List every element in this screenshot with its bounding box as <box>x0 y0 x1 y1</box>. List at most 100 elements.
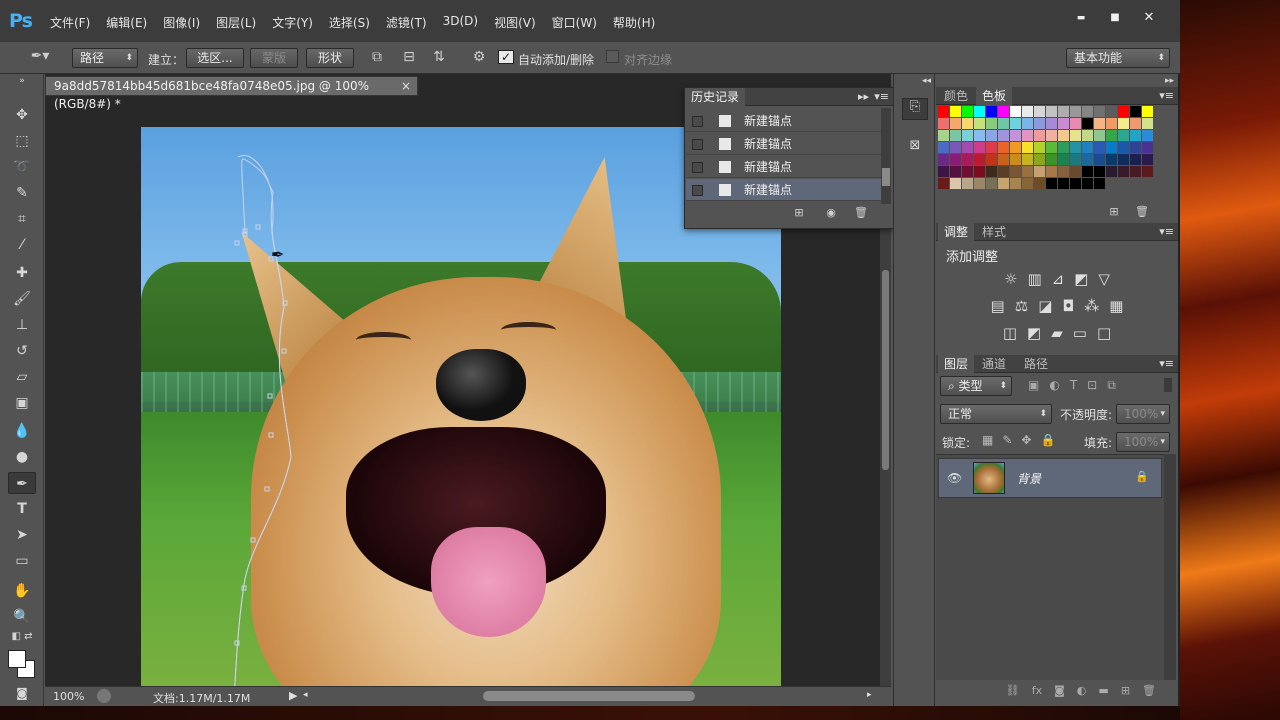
color-swatch[interactable] <box>1094 106 1105 117</box>
pixel-filter-icon[interactable]: ▣ <box>1028 378 1049 392</box>
color-swatch[interactable] <box>1142 106 1153 117</box>
shape-filter-icon[interactable]: ⊡ <box>1087 378 1107 392</box>
trash-icon[interactable]: 🗑 <box>853 206 869 219</box>
make-shape-button[interactable]: 形状 <box>306 48 354 68</box>
panel-menu-icon[interactable]: ▸▸ <box>858 88 869 106</box>
path-alignment-icon[interactable]: ⊟ <box>398 49 420 65</box>
menu-item-4[interactable]: 文字(Y) <box>264 14 321 31</box>
color-swatch[interactable] <box>1046 130 1057 141</box>
vibrance-icon[interactable]: ▽ <box>1098 270 1110 288</box>
color-swatch[interactable] <box>962 142 973 153</box>
black-white-icon[interactable]: ◪ <box>1038 297 1052 315</box>
group-folder-icon[interactable]: ▬ <box>1098 684 1108 704</box>
color-swatch[interactable] <box>962 118 973 129</box>
zoom-tool-icon[interactable]: 🔍 <box>8 606 36 628</box>
lock-transparent-icon[interactable]: ▦ <box>982 433 1002 447</box>
color-swatch[interactable] <box>1142 154 1153 165</box>
color-swatch[interactable] <box>998 178 1009 189</box>
color-swatch[interactable] <box>1130 106 1141 117</box>
color-swatch[interactable] <box>986 154 997 165</box>
status-info-icon[interactable] <box>97 689 111 703</box>
color-swatch[interactable] <box>986 142 997 153</box>
color-swatch[interactable] <box>1034 166 1045 177</box>
menu-item-1[interactable]: 编辑(E) <box>98 14 155 31</box>
fx-icon[interactable]: fx <box>1032 684 1042 704</box>
color-swatch[interactable] <box>1094 178 1105 189</box>
type-tool-icon[interactable]: T <box>8 498 36 520</box>
foreground-color-swatch[interactable] <box>8 650 26 668</box>
color-swatch[interactable] <box>1070 106 1081 117</box>
default-colors-icon[interactable]: ◧ ⇄ <box>8 630 36 644</box>
color-swatch[interactable] <box>1130 166 1141 177</box>
color-swatch[interactable] <box>1010 106 1021 117</box>
history-brush-tool-icon[interactable]: ↺ <box>8 340 36 362</box>
selective-color-icon[interactable]: □ <box>1097 324 1111 342</box>
history-panel-icon[interactable]: ⎘ <box>902 98 928 120</box>
status-menu-arrow-icon[interactable]: ▶ <box>289 689 297 702</box>
color-swatch[interactable] <box>1034 118 1045 129</box>
color-swatch[interactable] <box>1022 106 1033 117</box>
align-edges-checkbox[interactable] <box>606 50 619 63</box>
color-swatch[interactable] <box>1142 118 1153 129</box>
color-swatch[interactable] <box>1022 154 1033 165</box>
color-swatch[interactable] <box>1022 178 1033 189</box>
color-swatch[interactable] <box>938 118 949 129</box>
color-swatch[interactable] <box>1034 178 1045 189</box>
color-swatch[interactable] <box>950 106 961 117</box>
color-tab[interactable]: 颜色 <box>938 87 974 105</box>
color-swatch[interactable] <box>1082 178 1093 189</box>
minimize-button[interactable]: ▬ <box>1064 8 1098 28</box>
color-swatch[interactable] <box>938 166 949 177</box>
path-selection-tool-icon[interactable]: ➤ <box>8 524 36 546</box>
color-swatch[interactable] <box>938 106 949 117</box>
blend-mode-dropdown[interactable]: 正常 ⬍ <box>940 404 1052 424</box>
layer-row-background[interactable]: 👁 背景 🔒 <box>938 458 1162 498</box>
color-swatch[interactable] <box>1118 118 1129 129</box>
color-swatch[interactable] <box>1010 166 1021 177</box>
color-swatch[interactable] <box>962 130 973 141</box>
close-tab-icon[interactable]: × <box>401 77 411 95</box>
menu-item-10[interactable]: 帮助(H) <box>605 14 663 31</box>
close-button[interactable]: ✕ <box>1132 8 1166 28</box>
color-swatch[interactable] <box>974 166 985 177</box>
eyedropper-tool-icon[interactable]: ⁄ <box>8 234 36 256</box>
vertical-scroll-thumb[interactable] <box>882 270 889 470</box>
color-swatch[interactable] <box>938 178 949 189</box>
color-swatch[interactable] <box>1118 154 1129 165</box>
gear-icon[interactable]: ⚙ <box>468 49 490 65</box>
menu-item-0[interactable]: 文件(F) <box>42 14 98 31</box>
color-swatch[interactable] <box>1070 118 1081 129</box>
lock-position-icon[interactable]: ✥ <box>1021 433 1040 447</box>
properties-panel-icon[interactable]: ⊠ <box>902 138 928 160</box>
color-swatch[interactable] <box>986 130 997 141</box>
color-swatch[interactable] <box>1106 130 1117 141</box>
add-mask-icon[interactable]: ◙ <box>1054 684 1065 704</box>
color-swatch[interactable] <box>1130 142 1141 153</box>
color-swatch[interactable] <box>950 130 961 141</box>
color-swatch[interactable] <box>938 154 949 165</box>
color-swatch[interactable] <box>1082 166 1093 177</box>
color-swatch[interactable] <box>938 142 949 153</box>
quick-selection-tool-icon[interactable]: ✎ <box>8 182 36 204</box>
layers-tab[interactable]: 图层 <box>938 355 975 373</box>
trash-icon[interactable]: 🗑 <box>1134 205 1150 218</box>
color-swatch[interactable] <box>1058 154 1069 165</box>
rectangle-tool-icon[interactable]: ▭ <box>8 550 36 572</box>
filter-toggle[interactable] <box>1164 378 1172 392</box>
history-scrollbar[interactable] <box>881 108 891 204</box>
path-arrangement-icon[interactable]: ⇅ <box>428 49 450 65</box>
maximize-button[interactable]: ■ <box>1098 8 1132 28</box>
history-tab[interactable]: 历史记录 <box>685 88 746 106</box>
color-swatch[interactable] <box>1058 118 1069 129</box>
color-swatch[interactable] <box>962 178 973 189</box>
color-swatch[interactable] <box>962 166 973 177</box>
adjustments-tab[interactable]: 调整 <box>938 223 975 241</box>
color-swatch[interactable] <box>962 154 973 165</box>
color-swatch[interactable] <box>1046 166 1057 177</box>
lock-all-icon[interactable]: 🔒 <box>1040 433 1064 447</box>
color-swatch[interactable] <box>1046 118 1057 129</box>
color-swatch[interactable] <box>1106 166 1117 177</box>
opacity-field[interactable]: 100% ▾ <box>1116 404 1170 424</box>
clone-stamp-tool-icon[interactable]: ⊥ <box>8 314 36 336</box>
workspace-dropdown[interactable]: 基本功能 ⬍ <box>1066 48 1170 68</box>
